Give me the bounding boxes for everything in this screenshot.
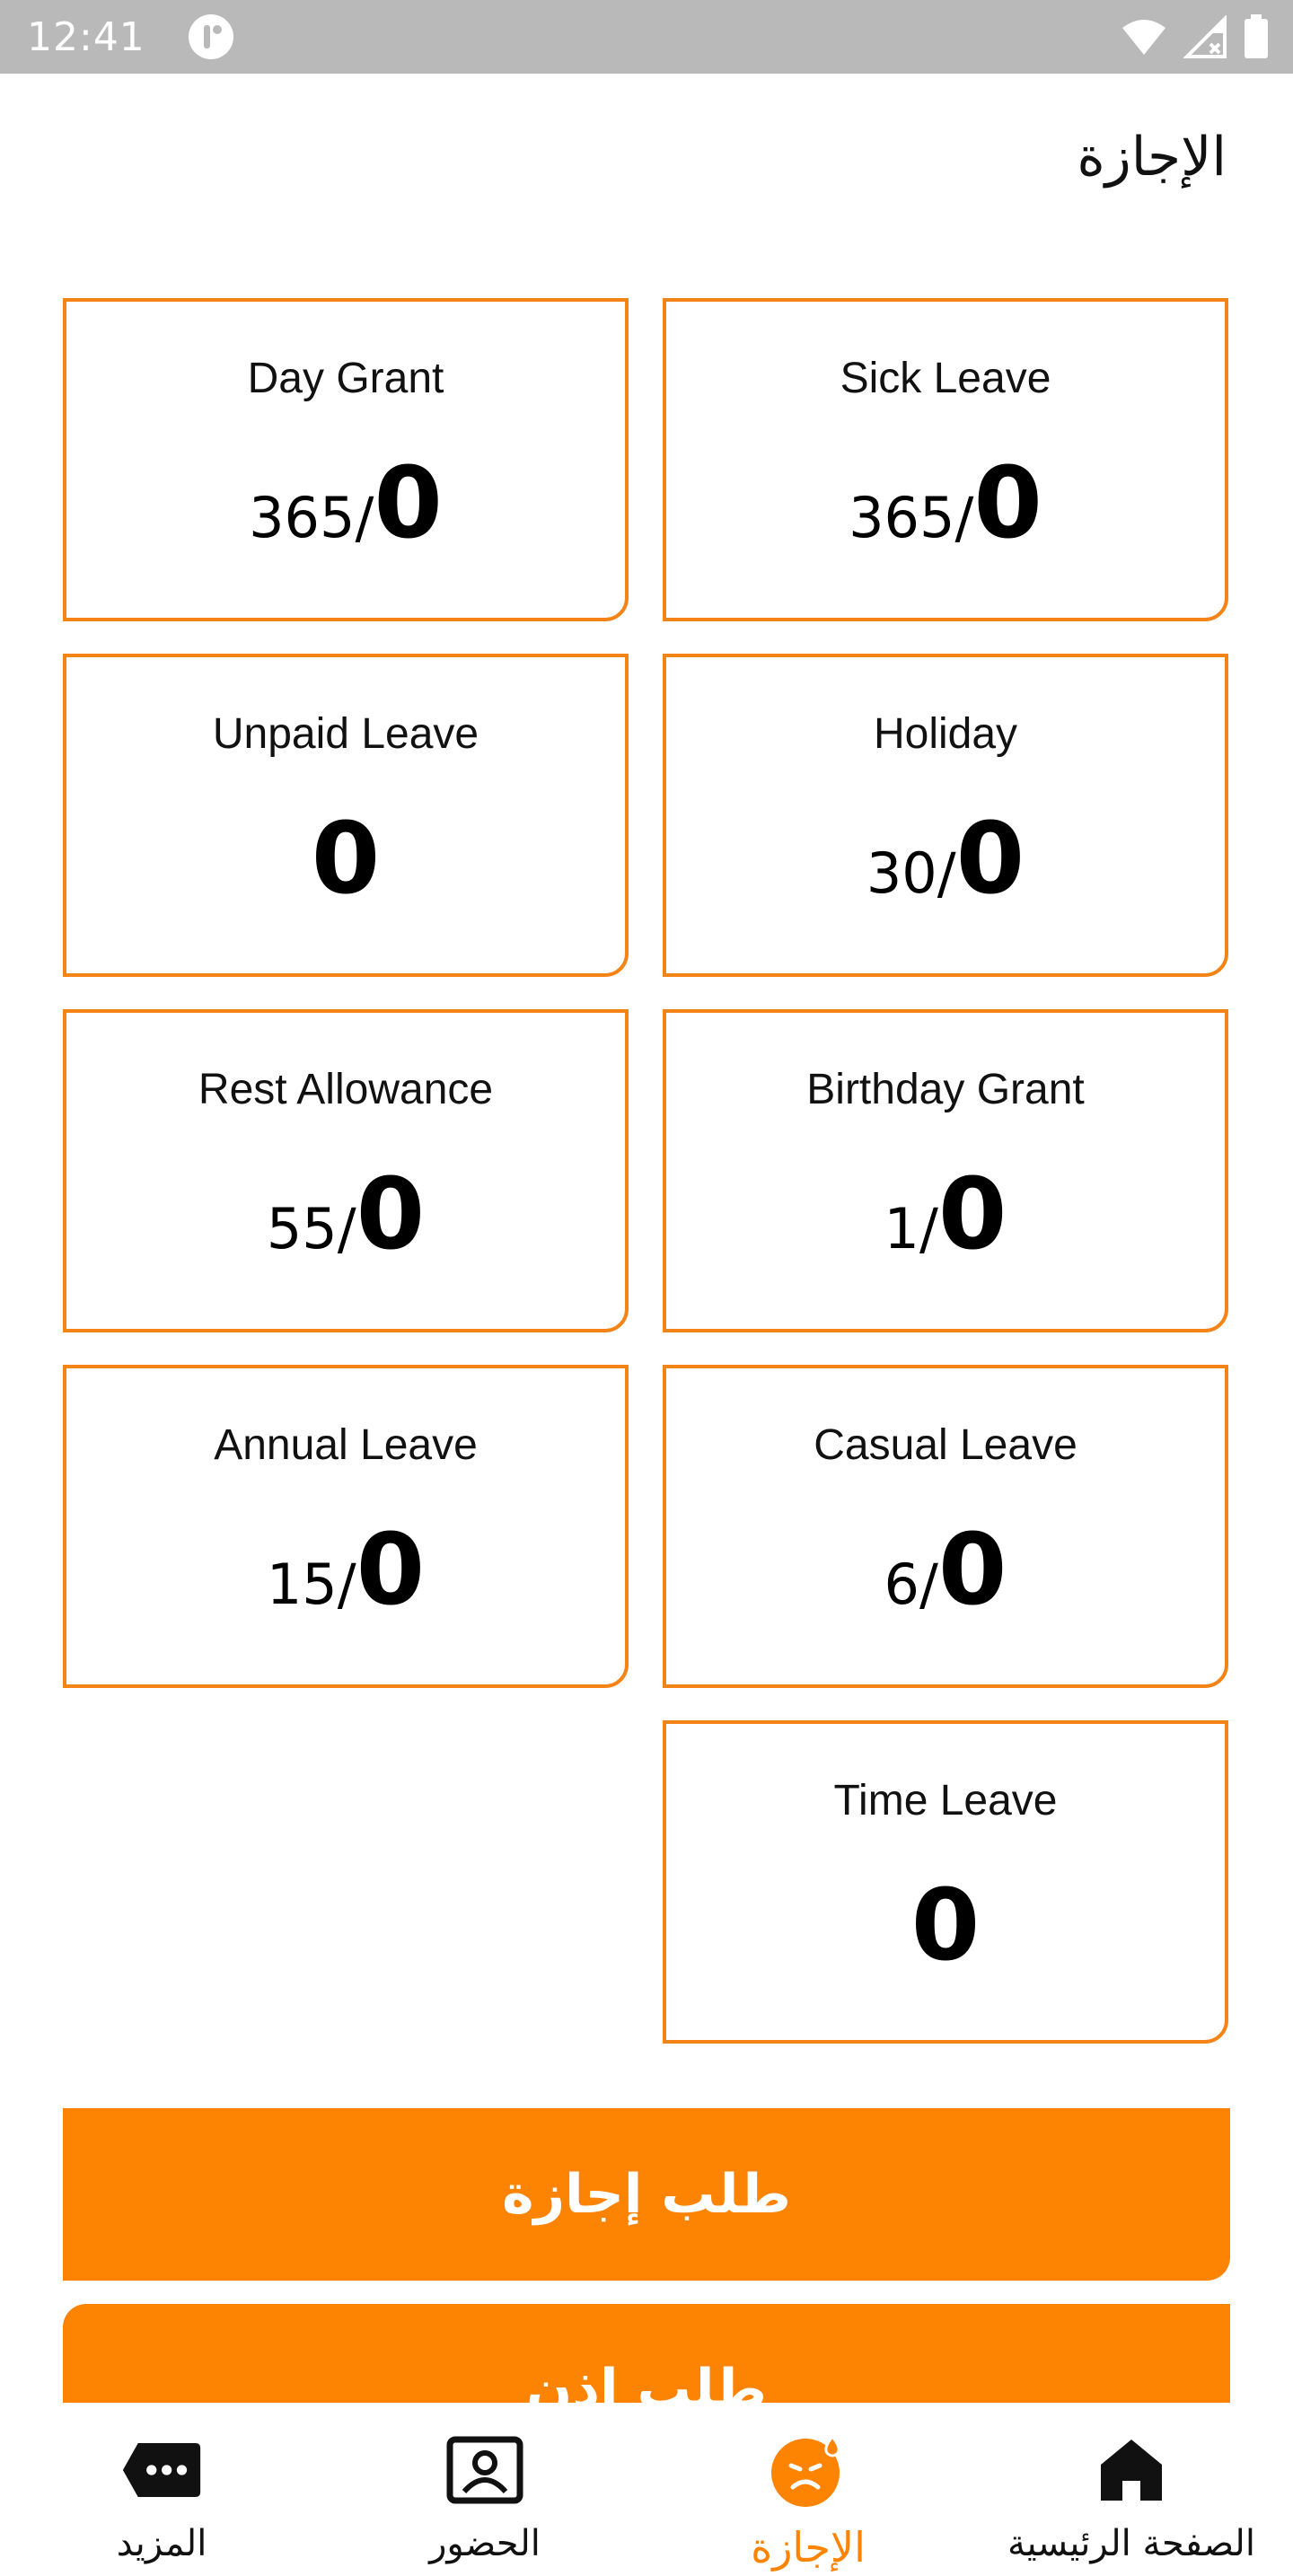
leave-card-annual[interactable]: Annual Leave 15/0 xyxy=(63,1365,629,1688)
leave-used: 0 xyxy=(973,445,1042,560)
leave-card-sick[interactable]: Sick Leave 365/0 xyxy=(663,298,1228,621)
leave-total: 6/ xyxy=(884,1552,938,1617)
page-title: الإجازة xyxy=(1077,126,1227,189)
leave-card-title: Rest Allowance xyxy=(198,1066,494,1113)
leave-card-title: Time Leave xyxy=(833,1777,1058,1824)
nav-item-home[interactable]: الصفحة الرئيسية xyxy=(970,2403,1293,2576)
nav-item-attendance[interactable]: الحضور xyxy=(323,2403,646,2576)
leave-card-value: 15/0 xyxy=(66,1512,625,1627)
leave-total: 1/ xyxy=(884,1196,938,1262)
wifi-icon xyxy=(1122,20,1165,55)
leave-card-day-grant[interactable]: Day Grant 365/0 xyxy=(63,298,629,621)
leave-total: 15/ xyxy=(266,1552,356,1617)
leave-card-value: 6/0 xyxy=(666,1512,1225,1627)
leave-card-title: Birthday Grant xyxy=(806,1066,1085,1113)
leave-card-casual[interactable]: Casual Leave 6/0 xyxy=(663,1365,1228,1688)
request-permission-button[interactable]: طلب إذن xyxy=(63,2304,1230,2403)
leave-total: 365/ xyxy=(849,485,974,550)
leave-used: 0 xyxy=(356,1156,426,1271)
status-icons xyxy=(1121,14,1270,59)
signal-icon xyxy=(1183,15,1227,58)
leave-card-value: 55/0 xyxy=(66,1156,625,1271)
leave-total: 365/ xyxy=(249,485,374,550)
leave-used: 0 xyxy=(374,445,443,560)
battery-icon xyxy=(1245,14,1268,58)
leave-card-value: 1/0 xyxy=(666,1156,1225,1271)
home-icon xyxy=(1091,2430,1172,2510)
request-leave-button[interactable]: طلب إجازة xyxy=(63,2108,1230,2281)
leave-card-value: 365/0 xyxy=(66,445,625,560)
bottom-nav: المزيد الحضور الإجازة الصفحة الرئيسية xyxy=(0,2403,1293,2576)
leave-card-birthday-grant[interactable]: Birthday Grant 1/0 xyxy=(663,1009,1228,1332)
nav-label: الصفحة الرئيسية xyxy=(1007,2523,1255,2564)
leave-total: 55/ xyxy=(266,1196,356,1262)
leave-card-rest-allowance[interactable]: Rest Allowance 55/0 xyxy=(63,1009,629,1332)
leave-total: 30/ xyxy=(866,840,956,906)
leave-icon xyxy=(768,2430,849,2510)
status-time: 12:41 xyxy=(27,13,145,60)
leave-used: 0 xyxy=(311,801,381,916)
leave-used: 0 xyxy=(955,801,1025,916)
leave-card-title: Annual Leave xyxy=(214,1421,478,1469)
leave-card-value: 0 xyxy=(666,1868,1225,1983)
leave-card-value: 365/0 xyxy=(666,445,1225,560)
leave-used: 0 xyxy=(356,1512,426,1627)
nav-label: الحضور xyxy=(429,2523,541,2564)
nav-label: المزيد xyxy=(116,2523,207,2564)
leave-used: 0 xyxy=(937,1512,1007,1627)
more-icon xyxy=(121,2430,202,2510)
notification-app-icon xyxy=(188,14,233,59)
leave-card-title: Casual Leave xyxy=(814,1421,1078,1469)
nav-label: الإجازة xyxy=(751,2523,866,2572)
leave-card-title: Sick Leave xyxy=(840,355,1051,402)
leave-card-holiday[interactable]: Holiday 30/0 xyxy=(663,654,1228,977)
leave-card-title: Holiday xyxy=(873,710,1018,758)
leave-card-title: Day Grant xyxy=(247,355,444,402)
nav-item-more[interactable]: المزيد xyxy=(0,2403,323,2576)
leave-card-unpaid[interactable]: Unpaid Leave 0 xyxy=(63,654,629,977)
leave-card-title: Unpaid Leave xyxy=(212,710,479,758)
leave-card-time[interactable]: Time Leave 0 xyxy=(663,1720,1228,2044)
status-bar: 12:41 xyxy=(0,0,1293,74)
leave-used: 0 xyxy=(910,1868,981,1983)
nav-item-leave[interactable]: الإجازة xyxy=(646,2403,970,2576)
leave-card-value: 30/0 xyxy=(666,801,1225,916)
attendance-icon xyxy=(444,2430,525,2510)
leave-card-value: 0 xyxy=(66,801,625,916)
leave-used: 0 xyxy=(937,1156,1007,1271)
